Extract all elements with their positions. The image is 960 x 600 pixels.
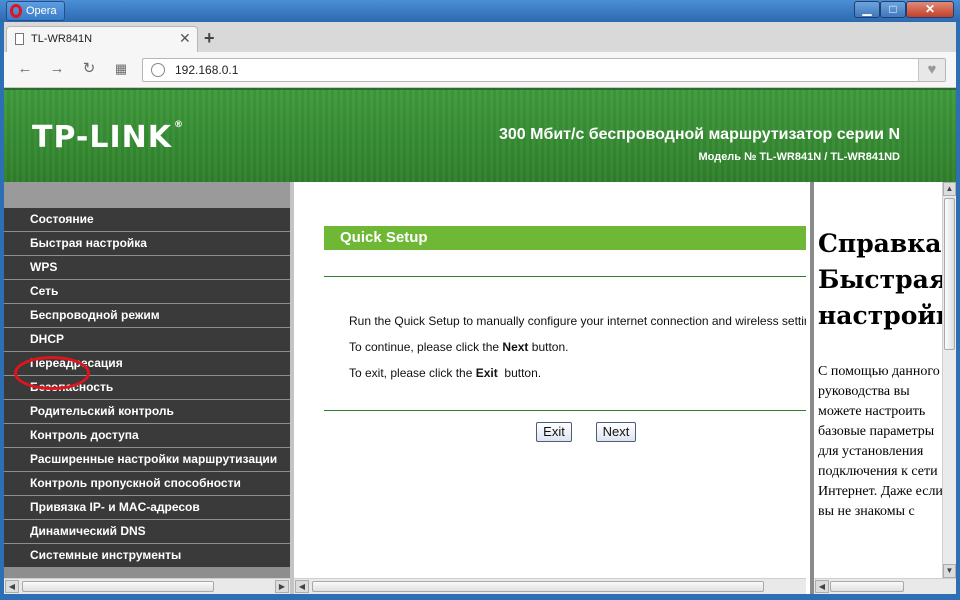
banner-model: Модель № TL-WR841N / TL-WR841ND (698, 151, 900, 163)
quick-setup-heading: Quick Setup (324, 226, 806, 250)
exit-button[interactable]: Exit (536, 422, 572, 442)
menu-item[interactable]: Системные инструменты (4, 544, 290, 567)
minimize-button[interactable]: ▁ (854, 1, 880, 18)
scroll-left-icon[interactable]: ◀ (5, 580, 19, 593)
banner-title: 300 Мбит/с беспроводной маршрутизатор се… (498, 126, 900, 143)
tab-bar: TL-WR841N ✕ + (4, 22, 956, 52)
divider (324, 410, 806, 411)
menu-item[interactable]: Безопасность (4, 376, 290, 399)
menu-item[interactable]: Переадресация (4, 352, 290, 375)
menu-item[interactable]: Беспроводной режим (4, 304, 290, 327)
tab-close-icon[interactable]: ✕ (179, 30, 191, 47)
help-horizontal-scrollbar[interactable]: ◀ (814, 578, 956, 594)
opera-menu-label: Opera (26, 5, 57, 17)
quick-setup-frame: Quick Setup Run the Quick Setup to manua… (294, 182, 806, 594)
tp-link-logo: TP-LINK ® (32, 120, 185, 155)
maximize-button[interactable]: □ (880, 1, 906, 18)
continue-text: To continue, please click the Next butto… (349, 340, 569, 354)
menu-top-strip (4, 182, 290, 208)
intro-text: Run the Quick Setup to manually configur… (349, 314, 806, 328)
bookmark-heart-icon[interactable]: ♥ (918, 59, 945, 81)
menu-item[interactable]: Контроль доступа (4, 424, 290, 447)
browser-chrome: TL-WR841N ✕ + ← → ↻ ▦ 192.168.0.1 ♥ TP-L… (4, 22, 956, 594)
menu-item[interactable]: Состояние (4, 208, 290, 231)
help-vertical-scrollbar[interactable]: ▲ ▼ (942, 182, 956, 578)
menu-item[interactable]: Быстрая настройка (4, 232, 290, 255)
menu-item[interactable]: Родительский контроль (4, 400, 290, 423)
help-frame: Справка Быстрая настройка С помощью данн… (810, 182, 956, 594)
scroll-thumb[interactable] (312, 581, 764, 592)
new-tab-button[interactable]: + (204, 28, 215, 49)
menu-horizontal-scrollbar[interactable]: ◀ ▶ (4, 578, 290, 594)
exit-text: To exit, please click the Exit button. (349, 366, 542, 380)
menu-item[interactable]: Сеть (4, 280, 290, 303)
menu-frame: Состояние Быстрая настройка WPS Сеть Беспров… (4, 182, 291, 594)
address-bar[interactable]: 192.168.0.1 ♥ (142, 58, 946, 82)
menu-item[interactable]: Динамический DNS (4, 520, 290, 543)
menu-item[interactable]: Расширенные настройки маршрутизации (4, 448, 290, 471)
scroll-left-icon[interactable]: ◀ (295, 580, 309, 593)
scroll-down-icon[interactable]: ▼ (943, 564, 956, 578)
help-title: Справка Быстрая настройка (818, 229, 942, 330)
forward-button[interactable]: → (46, 59, 68, 79)
router-banner: TP-LINK ® 300 Мбит/с беспроводной маршрут… (4, 88, 956, 184)
scroll-thumb[interactable] (944, 198, 955, 350)
page-content: TP-LINK ® 300 Мбит/с беспроводной маршрут… (4, 88, 956, 594)
router-menu: Состояние Быстрая настройка WPS Сеть Беспров… (4, 208, 290, 568)
title-bar: Opera ▁ □ ✕ (0, 0, 960, 22)
tab-title: TL-WR841N (31, 33, 93, 45)
content-horizontal-scrollbar[interactable]: ◀ (294, 578, 806, 594)
scroll-right-icon[interactable]: ▶ (275, 580, 289, 593)
speed-dial-icon[interactable]: ▦ (110, 59, 132, 79)
page-icon (15, 33, 24, 45)
browser-window: Opera ▁ □ ✕ TL-WR841N ✕ + ← → ↻ ▦ 192.16… (0, 0, 960, 600)
scroll-up-icon[interactable]: ▲ (943, 182, 956, 196)
menu-item[interactable]: Привязка IP- и MAC-адресов (4, 496, 290, 519)
menu-item[interactable]: WPS (4, 256, 290, 279)
toolbar: ← → ↻ ▦ 192.168.0.1 ♥ (4, 52, 956, 88)
menu-item[interactable]: DHCP (4, 328, 290, 351)
menu-item[interactable]: Контроль пропускной способности (4, 472, 290, 495)
opera-menu-button[interactable]: Opera (6, 1, 65, 21)
reload-button[interactable]: ↻ (78, 59, 100, 79)
close-window-button[interactable]: ✕ (906, 1, 954, 18)
scroll-thumb[interactable] (830, 581, 904, 592)
tab-router[interactable]: TL-WR841N ✕ (6, 26, 198, 52)
scroll-left-icon[interactable]: ◀ (815, 580, 829, 593)
back-button[interactable]: ← (14, 59, 36, 79)
opera-logo-icon (10, 4, 22, 18)
divider (324, 276, 806, 277)
address-url[interactable]: 192.168.0.1 (175, 63, 238, 77)
help-text: С помощью данного руководства вы можете … (818, 364, 943, 519)
site-info-icon[interactable] (151, 63, 165, 77)
next-button[interactable]: Next (596, 422, 636, 442)
scroll-thumb[interactable] (22, 581, 214, 592)
